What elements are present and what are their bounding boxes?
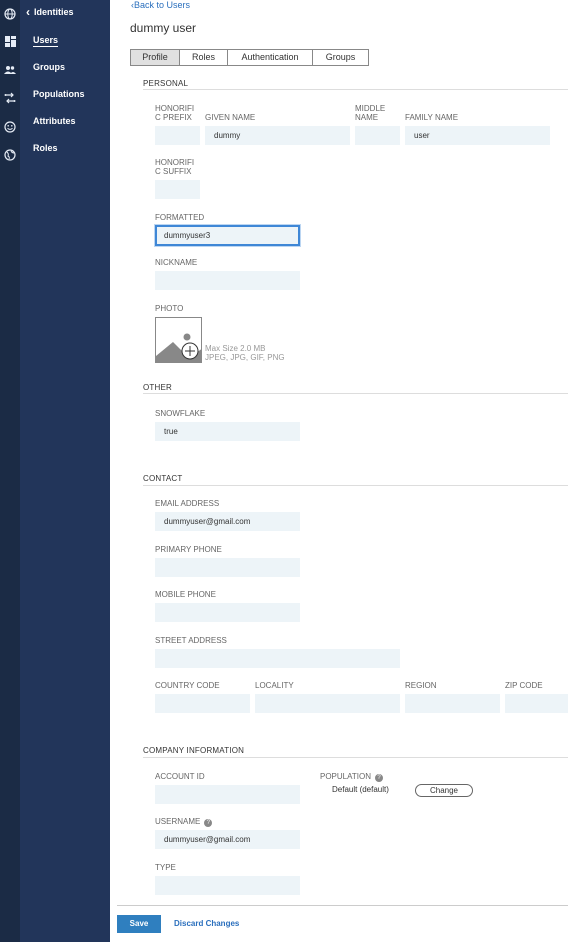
help-icon[interactable]: ? bbox=[374, 774, 383, 782]
email-field[interactable] bbox=[155, 512, 300, 531]
section-contact-title: CONTACT bbox=[143, 474, 183, 483]
given-name-label: GIVEN NAME bbox=[205, 113, 256, 122]
section-personal-title: PERSONAL bbox=[143, 79, 189, 88]
population-value: Default (default) bbox=[332, 785, 389, 794]
back-to-users-link[interactable]: ‹Back to Users bbox=[131, 0, 190, 10]
username-field[interactable] bbox=[155, 830, 300, 849]
username-label-text: USERNAME bbox=[155, 817, 201, 826]
population-label-text: POPULATION bbox=[320, 772, 371, 781]
help-icon[interactable]: ? bbox=[204, 819, 213, 827]
country-code-label: COUNTRY CODE bbox=[155, 681, 220, 690]
formatted-field[interactable] bbox=[154, 224, 301, 247]
sidebar-item-roles[interactable]: Roles bbox=[33, 143, 58, 153]
page-title: dummy user bbox=[130, 21, 197, 35]
street-address-field[interactable] bbox=[155, 649, 400, 668]
type-field[interactable] bbox=[155, 876, 300, 895]
username-label: USERNAME? bbox=[155, 817, 213, 827]
chevron-left-icon: ‹ bbox=[26, 5, 30, 19]
locality-field[interactable] bbox=[255, 694, 400, 713]
label-line: MIDDLE bbox=[355, 104, 386, 113]
mobile-phone-label: MOBILE PHONE bbox=[155, 590, 216, 599]
nickname-label: NICKNAME bbox=[155, 258, 198, 267]
sidebar-item-users[interactable]: Users bbox=[33, 35, 59, 47]
change-population-button[interactable]: Change bbox=[415, 784, 473, 797]
label-line: HONORIFI bbox=[155, 158, 195, 167]
smiley-icon[interactable] bbox=[3, 121, 17, 135]
photo-upload[interactable] bbox=[155, 317, 202, 363]
photo-hint: Max Size 2.0 MB JPEG, JPG, GIF, PNG bbox=[205, 344, 285, 362]
tab-profile[interactable]: Profile bbox=[131, 50, 180, 65]
section-divider bbox=[143, 757, 568, 758]
region-label: REGION bbox=[405, 681, 437, 690]
middle-name-field[interactable] bbox=[355, 126, 400, 145]
section-divider bbox=[143, 485, 568, 486]
given-name-field[interactable] bbox=[205, 126, 350, 145]
honorific-suffix-label: HONORIFI C SUFFIX bbox=[155, 158, 194, 176]
dashboard-icon[interactable] bbox=[3, 36, 17, 50]
main-content: ‹Back to Users dummy user Profile Roles … bbox=[110, 0, 568, 942]
section-company-title: COMPANY INFORMATION bbox=[143, 746, 245, 755]
tab-authentication[interactable]: Authentication bbox=[228, 50, 313, 65]
sidebar-item-populations[interactable]: Populations bbox=[33, 89, 85, 99]
account-id-label: ACCOUNT ID bbox=[155, 772, 205, 781]
section-other-title: OTHER bbox=[143, 383, 172, 392]
label-line: NAME bbox=[355, 113, 379, 122]
connections-icon[interactable] bbox=[3, 92, 17, 106]
icon-rail bbox=[0, 0, 20, 942]
formatted-label: FORMATTED bbox=[155, 213, 205, 222]
account-id-field[interactable] bbox=[155, 785, 300, 804]
tab-roles[interactable]: Roles bbox=[180, 50, 228, 65]
image-placeholder-icon bbox=[156, 333, 201, 362]
sidebar-nav: ‹ Identities Users Groups Populations At… bbox=[20, 0, 110, 942]
photo-label: PHOTO bbox=[155, 304, 184, 313]
family-name-label: FAMILY NAME bbox=[405, 113, 459, 122]
nav-header-label: Identities bbox=[34, 7, 74, 17]
back-link-label: Back to Users bbox=[134, 0, 191, 10]
street-address-label: STREET ADDRESS bbox=[155, 636, 227, 645]
nav-back-identities[interactable]: ‹ Identities bbox=[26, 6, 74, 18]
globe-icon[interactable] bbox=[3, 8, 17, 22]
zip-code-field[interactable] bbox=[505, 694, 568, 713]
label-line: C SUFFIX bbox=[155, 167, 192, 176]
users-icon[interactable] bbox=[3, 64, 17, 78]
family-name-field[interactable] bbox=[405, 126, 550, 145]
globe-outline-icon[interactable] bbox=[3, 149, 17, 163]
section-divider bbox=[143, 393, 568, 394]
label-line: C PREFIX bbox=[155, 113, 192, 122]
honorific-prefix-label: HONORIFI C PREFIX bbox=[155, 104, 194, 122]
snowflake-field[interactable] bbox=[155, 422, 300, 441]
mobile-phone-field[interactable] bbox=[155, 603, 300, 622]
sidebar-item-groups[interactable]: Groups bbox=[33, 62, 65, 72]
snowflake-label: SNOWFLAKE bbox=[155, 409, 206, 418]
section-divider bbox=[143, 89, 568, 90]
save-button[interactable]: Save bbox=[117, 915, 161, 933]
sidebar-item-attributes[interactable]: Attributes bbox=[33, 116, 76, 126]
population-label: POPULATION? bbox=[320, 772, 383, 782]
email-label: EMAIL ADDRESS bbox=[155, 499, 220, 508]
label-line: HONORIFI bbox=[155, 104, 195, 113]
region-field[interactable] bbox=[405, 694, 500, 713]
photo-format-hint: JPEG, JPG, GIF, PNG bbox=[205, 353, 285, 362]
middle-name-label: MIDDLE NAME bbox=[355, 104, 385, 122]
country-code-field[interactable] bbox=[155, 694, 250, 713]
tab-bar: Profile Roles Authentication Groups bbox=[130, 49, 369, 66]
discard-changes-button[interactable]: Discard Changes bbox=[174, 919, 239, 928]
primary-phone-field[interactable] bbox=[155, 558, 300, 577]
type-label: TYPE bbox=[155, 863, 176, 872]
nickname-field[interactable] bbox=[155, 271, 300, 290]
tab-groups[interactable]: Groups bbox=[313, 50, 368, 65]
honorific-suffix-field[interactable] bbox=[155, 180, 200, 199]
locality-label: LOCALITY bbox=[255, 681, 294, 690]
zip-code-label: ZIP CODE bbox=[505, 681, 543, 690]
honorific-prefix-field[interactable] bbox=[155, 126, 200, 145]
primary-phone-label: PRIMARY PHONE bbox=[155, 545, 222, 554]
footer-divider bbox=[117, 905, 568, 906]
photo-size-hint: Max Size 2.0 MB bbox=[205, 344, 266, 353]
